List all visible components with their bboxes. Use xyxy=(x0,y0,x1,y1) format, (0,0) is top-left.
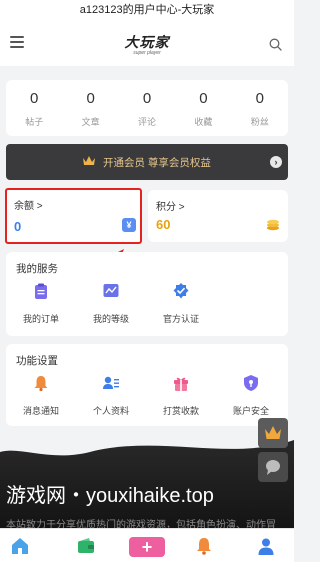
stat-label: 粉丝 xyxy=(250,117,269,127)
service-label: 我的订单 xyxy=(22,314,59,324)
watermark-text: 游戏网・youxihaike.top xyxy=(6,485,214,507)
footer-banner: 游戏网・youxihaike.top 本站致力于分享优质热门的游戏资源，包括角色… xyxy=(0,432,294,528)
stat-favorites[interactable]: 0 收藏 xyxy=(175,80,231,136)
stat-comments[interactable]: 0 评论 xyxy=(119,80,175,136)
user-icon[interactable] xyxy=(256,536,276,556)
chat-float-button[interactable] xyxy=(258,452,288,482)
setting-account-security[interactable]: 账户安全 xyxy=(216,374,286,417)
stat-label: 文章 xyxy=(81,117,100,127)
stat-label: 收藏 xyxy=(194,117,213,127)
coins-icon xyxy=(267,219,279,231)
setting-label: 打赏收款 xyxy=(162,406,199,416)
function-settings-section: 功能设置 消息通知 个人资料 打赏收款 账户安全 xyxy=(6,344,288,426)
setting-profile[interactable]: 个人资料 xyxy=(76,374,146,417)
service-my-level[interactable]: 我的等级 xyxy=(76,282,146,325)
bottom-tab-bar: + xyxy=(0,528,294,562)
add-button[interactable]: + xyxy=(129,537,165,557)
setting-label: 账户安全 xyxy=(232,406,269,416)
setting-notifications[interactable]: 消息通知 xyxy=(6,374,76,417)
home-icon[interactable] xyxy=(10,536,30,556)
gift-icon xyxy=(174,377,188,391)
user-stats: 0 帖子 0 文章 0 评论 0 收藏 0 粉丝 xyxy=(6,80,288,136)
vip-label: 开通会员 尊享会员权益 xyxy=(103,157,211,169)
service-label: 官方认证 xyxy=(162,314,199,324)
profile-icon xyxy=(103,376,119,389)
crown-icon xyxy=(83,156,95,165)
stat-value: 0 xyxy=(199,90,208,107)
my-services-section: 我的服务 我的订单 我的等级 官方认证 xyxy=(6,252,288,336)
setting-tip-payment[interactable]: 打赏收款 xyxy=(146,374,216,417)
chart-icon xyxy=(103,284,119,297)
balance-value: 0 xyxy=(14,219,22,234)
crown-icon xyxy=(265,426,281,439)
bell-icon[interactable] xyxy=(194,536,214,556)
chevron-right-icon[interactable]: › xyxy=(270,156,282,168)
shield-icon xyxy=(244,375,258,391)
wallet-icon[interactable] xyxy=(76,536,96,556)
points-card[interactable]: 积分 > 60 xyxy=(148,190,288,242)
service-official-verify[interactable]: 官方认证 xyxy=(146,282,216,325)
service-my-orders[interactable]: 我的订单 xyxy=(6,282,76,325)
stat-fans[interactable]: 0 粉丝 xyxy=(232,80,288,136)
balance-label: 余额 > xyxy=(14,201,43,212)
points-value: 60 xyxy=(156,217,171,232)
stat-value: 0 xyxy=(86,90,95,107)
logo-text: 大玩家 xyxy=(124,34,170,50)
section-title: 功能设置 xyxy=(16,355,58,367)
stat-value: 0 xyxy=(30,90,39,107)
verified-badge-icon xyxy=(173,283,189,299)
setting-label: 个人资料 xyxy=(92,406,129,416)
site-logo[interactable]: 大玩家 super player xyxy=(118,32,176,58)
stat-value: 0 xyxy=(255,90,264,107)
stat-articles[interactable]: 0 文章 xyxy=(62,80,118,136)
wave-decoration xyxy=(0,432,294,456)
stat-label: 评论 xyxy=(138,117,157,127)
stat-value: 0 xyxy=(142,90,152,107)
chat-bubble-icon xyxy=(266,460,280,475)
search-icon[interactable] xyxy=(269,38,282,51)
balance-card[interactable]: 余额 > 0 ¥ xyxy=(5,188,142,244)
service-label: 我的等级 xyxy=(92,314,129,324)
setting-label: 消息通知 xyxy=(22,406,59,416)
window-title: a123123的用户中心-大玩家 xyxy=(0,0,294,22)
menu-icon[interactable] xyxy=(10,36,24,50)
vip-banner[interactable]: 开通会员 尊享会员权益 › xyxy=(6,144,288,180)
site-description: 本站致力于分享优质热门的游戏资源，包括角色扮演、动作冒 xyxy=(6,520,276,528)
stat-label: 帖子 xyxy=(25,117,44,127)
stat-posts[interactable]: 0 帖子 xyxy=(6,80,62,136)
vip-float-button[interactable] xyxy=(258,418,288,448)
section-title: 我的服务 xyxy=(16,263,58,275)
clipboard-icon xyxy=(35,283,47,299)
points-label: 积分 > xyxy=(156,202,185,213)
wallet-yen-icon: ¥ xyxy=(122,218,136,232)
top-header: 大玩家 super player xyxy=(0,22,294,66)
bell-icon xyxy=(34,376,48,392)
